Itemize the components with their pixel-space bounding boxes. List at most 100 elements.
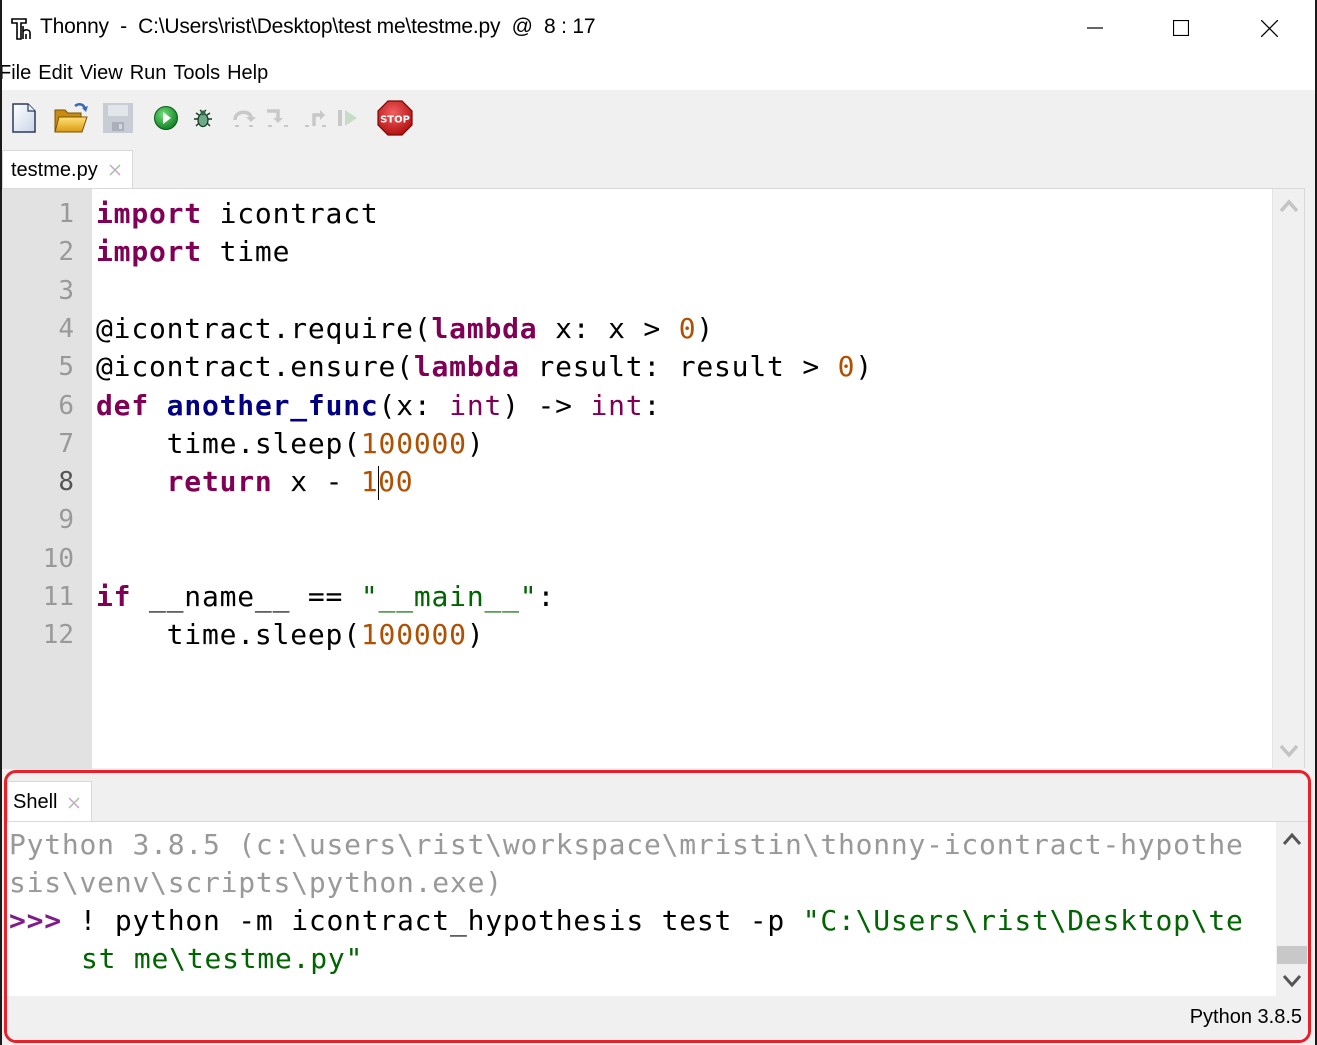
tab-shell[interactable]: Shell	[7, 781, 93, 823]
code-token: time.sleep(	[96, 426, 361, 460]
stop-label: STOP	[380, 115, 410, 126]
close-window-button[interactable]	[1226, 0, 1312, 56]
menu-view[interactable]: View	[77, 56, 127, 90]
code-token: time	[201, 235, 291, 269]
minimize-icon	[1087, 27, 1103, 29]
step-over-icon	[233, 110, 256, 127]
menu-help[interactable]: Help	[224, 56, 272, 90]
scroll-up-icon[interactable]	[1283, 832, 1301, 846]
code-token-num: 0	[678, 311, 697, 345]
scroll-up-icon[interactable]	[1280, 199, 1298, 213]
code-token: icontract	[201, 197, 379, 230]
shell-panel: Shell Python 3.8.5 (c:\users\rist\worksp…	[4, 770, 1311, 1043]
code-editor[interactable]: 1 2 3 4 5 6 7 8 9 10 11 12 import icontract import t…	[2, 188, 1305, 769]
code-token: @icontract.ensure(	[96, 350, 414, 384]
resume-icon	[338, 110, 357, 126]
line-number: 8	[58, 467, 74, 498]
code-token-kw: import	[96, 197, 202, 230]
shell-output[interactable]: Python 3.8.5 (c:\users\rist\workspace\mr…	[7, 821, 1308, 999]
toolbar: STOP	[2, 90, 1315, 146]
menu-edit[interactable]: Edit	[35, 56, 76, 90]
code-token: time.sleep(	[96, 618, 361, 652]
step-out-icon	[305, 110, 326, 127]
stop-icon: STOP	[377, 100, 413, 136]
code-line: import time	[96, 233, 290, 271]
code-line: import icontract	[96, 195, 379, 233]
code-token: x -	[272, 465, 361, 499]
step-into-button[interactable]	[260, 100, 296, 136]
code-token: result: result >	[519, 350, 838, 384]
line-number: 10	[42, 543, 74, 574]
run-button[interactable]	[148, 100, 184, 136]
editor-tab-bar: testme.py	[2, 146, 1305, 189]
code-token-kw: if	[96, 580, 132, 613]
code-token-fn: another_func	[166, 388, 379, 422]
stop-button[interactable]: STOP	[375, 98, 415, 138]
code-token: )	[466, 426, 485, 460]
step-into-icon	[267, 109, 288, 127]
shell-vertical-scrollbar[interactable]	[1276, 822, 1308, 998]
tab-label: testme.py	[11, 158, 98, 181]
code-line: @icontract.require(lambda x: x > 0)	[96, 310, 714, 348]
code-token-num: 0	[837, 350, 856, 384]
line-number: 1	[58, 199, 74, 229]
menu-bar: File Edit View Run Tools Help	[2, 56, 1315, 90]
step-out-button[interactable]	[298, 100, 334, 136]
interpreter-status[interactable]: Python 3.8.5	[1190, 1006, 1302, 1029]
code-token: __name__ ==	[131, 580, 361, 613]
line-number: 4	[58, 313, 74, 344]
line-number: 2	[58, 237, 74, 268]
shell-scroll-thumb[interactable]	[1277, 946, 1307, 964]
step-over-button[interactable]	[226, 100, 262, 136]
menu-run[interactable]: Run	[127, 56, 171, 90]
window-title: Thonny - C:\Users\rist\Desktop\test me\t…	[40, 15, 596, 38]
tab-testme-py[interactable]: testme.py	[2, 150, 133, 189]
save-file-button[interactable]	[100, 100, 136, 136]
code-token-builtin: int	[449, 388, 503, 422]
code-token: @icontract.require(	[96, 311, 432, 345]
menu-file[interactable]: File	[2, 56, 35, 90]
line-number: 6	[58, 390, 74, 421]
code-token: )	[466, 618, 485, 652]
new-file-icon	[12, 103, 36, 133]
close-icon[interactable]	[67, 796, 81, 810]
shell-command-line: >>> ! python -m icontract_hypothesis tes…	[9, 902, 1244, 940]
code-token: ) ->	[502, 388, 591, 422]
menu-tools[interactable]: Tools	[170, 56, 224, 90]
resume-button[interactable]	[330, 100, 366, 136]
close-icon[interactable]	[108, 163, 122, 177]
code-text-area[interactable]: import icontract import time @icontract.re…	[96, 195, 1266, 765]
shell-command-string: "C:\Users\rist\Desktop\te	[802, 904, 1244, 937]
debug-button[interactable]	[185, 100, 221, 136]
shell-command-text: ! python -m icontract_hypothesis test -p	[61, 904, 803, 937]
line-number: 9	[58, 505, 74, 536]
code-line: if __name__ == "__main__":	[96, 578, 555, 616]
code-token-num: 00	[378, 465, 414, 499]
title-bar: Thonny - C:\Users\rist\Desktop\test me\t…	[2, 0, 1315, 56]
shell-banner-line: sis\venv\scripts\python.exe)	[9, 866, 503, 899]
line-number: 7	[58, 428, 74, 459]
thonny-logo-icon	[10, 16, 36, 42]
new-file-button[interactable]	[6, 100, 42, 136]
shell-tab-label: Shell	[13, 791, 58, 813]
code-token-builtin: int	[590, 388, 644, 422]
code-token-kw: import	[96, 235, 202, 269]
shell-command-string: st me\testme.py"	[81, 942, 364, 975]
code-token: (x:	[378, 388, 450, 422]
code-token: :	[643, 388, 662, 422]
scroll-down-icon[interactable]	[1280, 744, 1298, 758]
scroll-down-icon[interactable]	[1283, 974, 1301, 988]
open-folder-icon	[54, 103, 88, 133]
minimize-button[interactable]	[1052, 0, 1138, 56]
open-file-button[interactable]	[53, 100, 89, 136]
line-number-gutter: 1 2 3 4 5 6 7 8 9 10 11 12	[2, 189, 92, 769]
code-line: return x - 100	[96, 463, 413, 501]
code-line: @icontract.ensure(lambda result: result …	[96, 348, 873, 386]
code-line: time.sleep(100000)	[96, 425, 485, 463]
editor-vertical-scrollbar[interactable]	[1272, 189, 1304, 768]
maximize-button[interactable]	[1138, 0, 1224, 56]
line-number: 5	[58, 352, 74, 383]
status-bar: Python 3.8.5	[7, 996, 1308, 1040]
